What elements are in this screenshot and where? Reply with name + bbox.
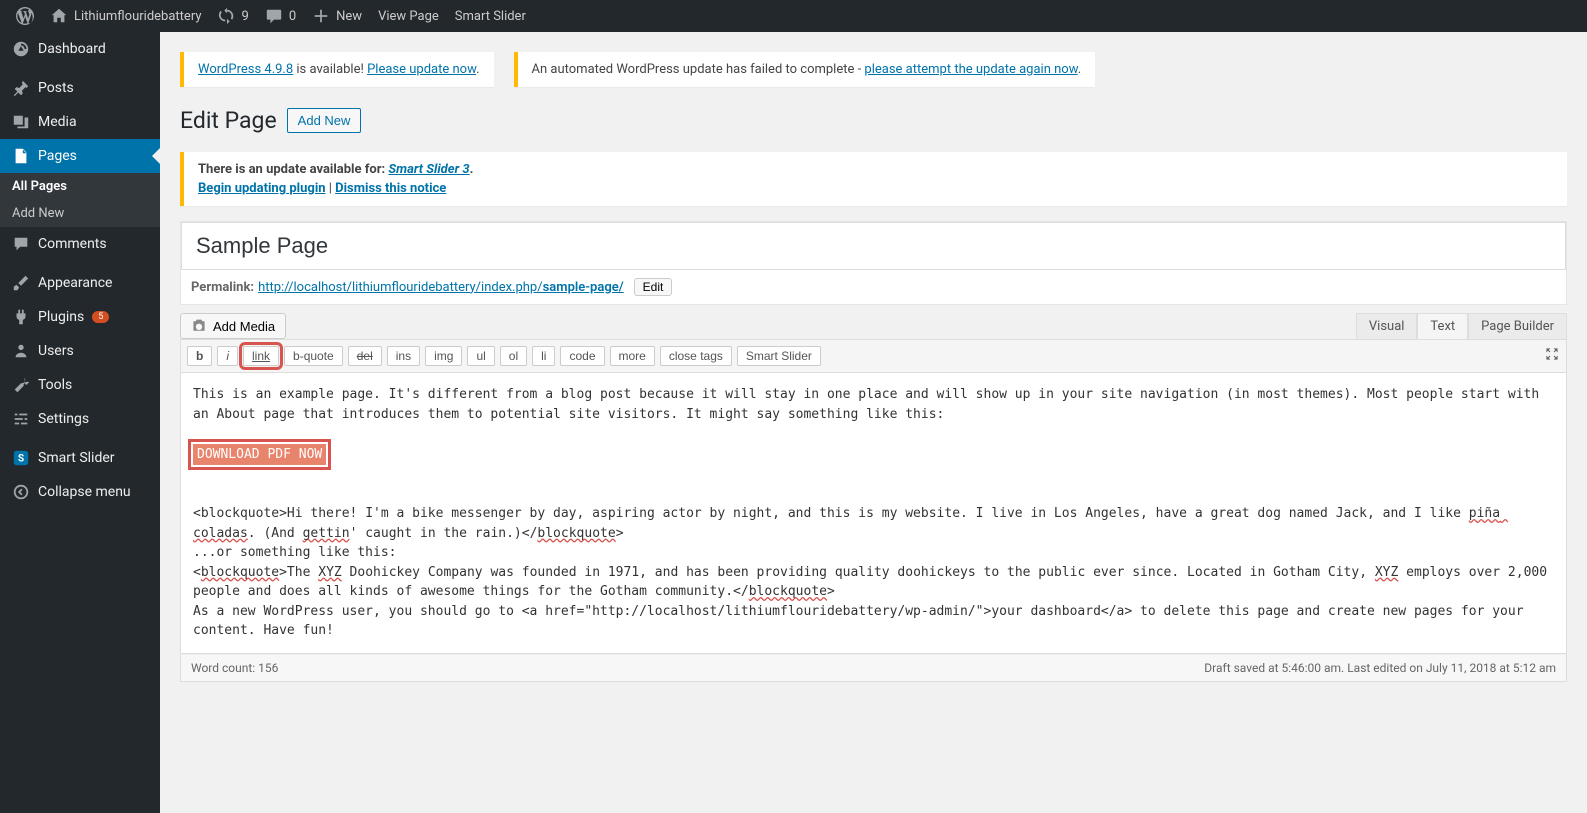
admin-bar: Lithiumflouridebattery 9 0 New View Page… xyxy=(0,0,1587,32)
wordpress-icon xyxy=(16,7,34,25)
qt-more[interactable]: more xyxy=(610,346,655,366)
dismiss-notice-link[interactable]: Dismiss this notice xyxy=(335,181,446,196)
wp-version-link[interactable]: WordPress 4.9.8 xyxy=(198,62,293,77)
sidebar-sub-all-pages[interactable]: All Pages xyxy=(0,173,160,200)
media-icon xyxy=(12,113,30,131)
updates-link[interactable]: 9 xyxy=(210,0,257,32)
sidebar-item-users[interactable]: Users xyxy=(0,334,160,368)
qt-bquote[interactable]: b-quote xyxy=(284,346,343,366)
camera-icon xyxy=(191,318,207,334)
plus-icon xyxy=(312,7,330,25)
auto-update-failed-notice: An automated WordPress update has failed… xyxy=(514,52,1096,87)
sidebar-item-comments[interactable]: Comments xyxy=(0,227,160,261)
plug-icon xyxy=(12,308,30,326)
sidebar-item-tools[interactable]: Tools xyxy=(0,368,160,402)
qt-ins[interactable]: ins xyxy=(387,346,420,366)
qt-li[interactable]: li xyxy=(532,346,555,366)
comment-icon xyxy=(265,7,283,25)
tab-page-builder[interactable]: Page Builder xyxy=(1468,313,1567,339)
sidebar-item-plugins[interactable]: Plugins5 xyxy=(0,300,160,334)
admin-sidebar: Dashboard Posts Media Pages All Pages Ad… xyxy=(0,32,160,813)
wp-update-link[interactable]: Please update now xyxy=(367,62,476,77)
permalink-link[interactable]: http://localhost/lithiumflouridebattery/… xyxy=(258,280,624,295)
home-icon xyxy=(50,7,68,25)
view-page-link[interactable]: View Page xyxy=(370,0,447,32)
smart-slider-link[interactable]: Smart Slider xyxy=(447,0,534,32)
page-icon xyxy=(12,147,30,165)
sidebar-item-dashboard[interactable]: Dashboard xyxy=(0,32,160,66)
sidebar-collapse[interactable]: Collapse menu xyxy=(0,475,160,509)
save-status: Draft saved at 5:46:00 am. Last edited o… xyxy=(1204,661,1556,675)
word-count: Word count: 156 xyxy=(191,661,278,675)
sidebar-item-appearance[interactable]: Appearance xyxy=(0,266,160,300)
slider-plugin-link[interactable]: Smart Slider 3 xyxy=(388,162,469,177)
page-heading: Edit Page xyxy=(180,107,277,134)
qt-img[interactable]: img xyxy=(425,346,462,366)
main-content: WordPress 4.9.8 is available! Please upd… xyxy=(160,32,1587,813)
dashboard-icon xyxy=(12,40,30,58)
content-textarea[interactable]: This is an example page. It's different … xyxy=(180,373,1567,654)
qt-italic[interactable]: i xyxy=(217,346,238,366)
add-new-button[interactable]: Add New xyxy=(287,108,362,133)
qt-close-tags[interactable]: close tags xyxy=(660,346,732,366)
begin-update-link[interactable]: Begin updating plugin xyxy=(198,181,326,196)
new-content-link[interactable]: New xyxy=(304,0,370,32)
qt-ul[interactable]: ul xyxy=(467,346,494,366)
sidebar-item-settings[interactable]: Settings xyxy=(0,402,160,436)
sliders-icon xyxy=(12,410,30,428)
sidebar-item-media[interactable]: Media xyxy=(0,105,160,139)
sidebar-item-posts[interactable]: Posts xyxy=(0,71,160,105)
brush-icon xyxy=(12,274,30,292)
smartslider-icon: S xyxy=(12,449,30,467)
qt-del[interactable]: del xyxy=(348,346,382,366)
user-icon xyxy=(12,342,30,360)
download-link-highlight: DOWNLOAD PDF NOW xyxy=(193,444,326,466)
svg-text:S: S xyxy=(18,454,24,465)
retry-update-link[interactable]: please attempt the update again now xyxy=(864,62,1077,77)
sidebar-sub-add-new[interactable]: Add New xyxy=(0,200,160,227)
editor-status-bar: Word count: 156 Draft saved at 5:46:00 a… xyxy=(180,654,1567,682)
wrench-icon xyxy=(12,376,30,394)
plugins-count-badge: 5 xyxy=(92,311,109,323)
editor-container: Permalink: http://localhost/lithiumflour… xyxy=(180,221,1567,305)
plugin-update-notice: There is an update available for: Smart … xyxy=(180,152,1567,206)
tab-visual[interactable]: Visual xyxy=(1356,313,1418,339)
permalink-row: Permalink: http://localhost/lithiumflour… xyxy=(181,270,1566,304)
qt-link[interactable]: link xyxy=(243,346,279,366)
quicktags-bar: b i link b-quote del ins img ul ol li co… xyxy=(180,339,1567,373)
editor-expand-toggle[interactable] xyxy=(1544,346,1560,366)
post-title-input[interactable] xyxy=(181,222,1566,270)
comment-icon xyxy=(12,235,30,253)
site-name[interactable]: Lithiumflouridebattery xyxy=(42,0,210,32)
tab-text[interactable]: Text xyxy=(1417,313,1468,339)
qt-smart-slider[interactable]: Smart Slider xyxy=(737,346,821,366)
wp-update-notice: WordPress 4.9.8 is available! Please upd… xyxy=(180,52,494,87)
wp-logo[interactable] xyxy=(8,0,42,32)
comments-link[interactable]: 0 xyxy=(257,0,304,32)
add-media-button[interactable]: Add Media xyxy=(180,313,286,339)
refresh-icon xyxy=(218,7,236,25)
sidebar-item-pages[interactable]: Pages xyxy=(0,139,160,173)
sidebar-item-smartslider[interactable]: SSmart Slider xyxy=(0,441,160,475)
edit-slug-button[interactable]: Edit xyxy=(634,278,673,296)
qt-bold[interactable]: b xyxy=(187,346,212,366)
collapse-icon xyxy=(12,483,30,501)
qt-code[interactable]: code xyxy=(560,346,604,366)
fullscreen-icon xyxy=(1544,346,1560,362)
pin-icon xyxy=(12,79,30,97)
qt-ol[interactable]: ol xyxy=(500,346,527,366)
